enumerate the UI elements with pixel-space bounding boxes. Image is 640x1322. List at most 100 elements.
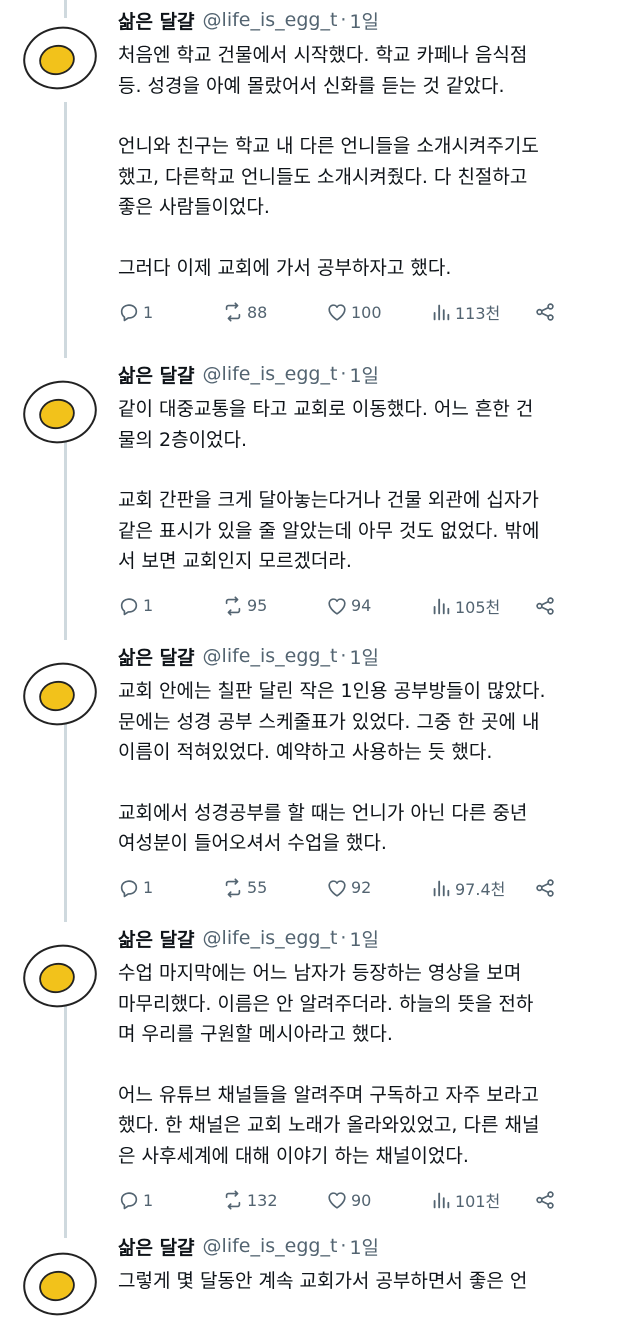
retweet-count: 55 (247, 878, 268, 897)
reply-count: 1 (143, 302, 154, 322)
like-button[interactable]: 92 (326, 877, 430, 899)
tweet-paragraph: 교회에서 성경공부를 할 때는 언니가 아닌 다른 중년 여성분이 들어오셔서 … (118, 801, 528, 855)
tweet-content: 삶은 달걀 @life_is_egg_t · 1일 같이 대중교통을 타고 교회… (118, 354, 622, 621)
retweet-button[interactable]: 95 (222, 595, 326, 617)
tweet-header: 삶은 달걀 @life_is_egg_t · 1일 (118, 354, 620, 394)
retweet-button[interactable]: 55 (222, 877, 326, 899)
author-handle[interactable]: @life_is_egg_t (203, 645, 338, 667)
tweet-time[interactable]: 1일 (349, 7, 379, 34)
tweet-text: 수업 마지막에는 어느 남자가 등장하는 영상을 보며 마무리했다. 이름은 안… (118, 958, 620, 1171)
views-button[interactable]: 97.4천 (430, 876, 534, 900)
author-handle[interactable]: @life_is_egg_t (203, 1235, 338, 1257)
retweet-icon (222, 1189, 244, 1211)
reply-button[interactable]: 1 (118, 301, 222, 323)
more-options-button[interactable] (596, 8, 622, 47)
tweet-text: 같이 대중교통을 타고 교회로 이동했다. 어느 흔한 건 물의 2층이었다. 교… (118, 394, 620, 577)
like-button[interactable]: 94 (326, 595, 430, 617)
tweet-content: 삶은 달걀 @life_is_egg_t · 1일 교회 안에는 칠판 달린 작… (118, 636, 622, 903)
tweet-content: 삶은 달걀 @life_is_egg_t · 1일 수업 마지막에는 어느 남자… (118, 918, 622, 1215)
avatar[interactable] (22, 374, 98, 450)
share-button[interactable] (534, 595, 564, 617)
heart-icon (326, 301, 348, 323)
like-button[interactable]: 100 (326, 301, 430, 323)
thread-line (64, 102, 67, 358)
share-button[interactable] (534, 877, 564, 899)
separator-dot: · (340, 927, 347, 949)
share-icon (534, 877, 556, 899)
heart-icon (326, 877, 348, 899)
tweet-time[interactable]: 1일 (349, 1233, 379, 1260)
more-options-button[interactable] (596, 1234, 622, 1273)
reply-icon (118, 877, 140, 899)
author-name[interactable]: 삶은 달걀 (118, 925, 195, 952)
avatar[interactable] (22, 656, 98, 732)
tweet-actions: 1 88 100 113천 (118, 297, 620, 327)
views-button[interactable]: 105천 (430, 594, 534, 618)
retweet-button[interactable]: 88 (222, 301, 326, 323)
retweet-button[interactable]: 132 (222, 1189, 326, 1211)
tweet-time[interactable]: 1일 (349, 925, 379, 952)
share-button[interactable] (534, 301, 564, 323)
author-handle[interactable]: @life_is_egg_t (203, 363, 338, 385)
tweet-paragraph: 그렇게 몇 달동안 계속 교회가서 공부하면서 좋은 언 (118, 1270, 528, 1292)
share-icon (534, 595, 556, 617)
tweet-content: 삶은 달걀 @life_is_egg_t · 1일 그렇게 몇 달동안 계속 교… (118, 1226, 622, 1297)
views-count: 113천 (455, 304, 501, 323)
views-icon (430, 877, 452, 899)
share-icon (534, 301, 556, 323)
author-name[interactable]: 삶은 달걀 (118, 7, 195, 34)
more-options-button[interactable] (596, 644, 622, 683)
author-handle[interactable]: @life_is_egg_t (203, 927, 338, 949)
retweet-icon (222, 595, 244, 617)
tweet-time[interactable]: 1일 (349, 361, 379, 388)
tweet-header: 삶은 달걀 @life_is_egg_t · 1일 (118, 1226, 620, 1266)
avatar[interactable] (22, 1246, 98, 1322)
heart-icon (326, 1189, 348, 1211)
tweet-paragraph: 수업 마지막에는 어느 남자가 등장하는 영상을 보며 마무리했다. 이름은 안… (118, 962, 534, 1045)
retweet-count: 88 (247, 302, 268, 322)
tweet-content: 삶은 달걀 @life_is_egg_t · 1일 처음엔 학교 건물에서 시작… (118, 0, 622, 327)
views-icon (430, 1189, 452, 1211)
views-count: 101천 (455, 1192, 501, 1211)
tweet-actions: 1 55 92 97.4천 (118, 873, 620, 903)
share-button[interactable] (534, 1189, 564, 1211)
views-button[interactable]: 101천 (430, 1188, 534, 1212)
tweet-header: 삶은 달걀 @life_is_egg_t · 1일 (118, 918, 620, 958)
avatar[interactable] (22, 938, 98, 1014)
tweet-paragraph: 어느 유튜브 채널들을 알려주며 구독하고 자주 보라고 했다. 한 채널은 교… (118, 1083, 540, 1167)
avatar[interactable] (22, 20, 98, 96)
tweet-time[interactable]: 1일 (349, 643, 379, 670)
like-count: 94 (351, 596, 372, 615)
reply-button[interactable]: 1 (118, 595, 222, 617)
heart-icon (326, 595, 348, 617)
tweet-paragraph: 같이 대중교통을 타고 교회로 이동했다. 어느 흔한 건 물의 2층이었다. (118, 398, 534, 451)
author-name[interactable]: 삶은 달걀 (118, 361, 195, 388)
author-name[interactable]: 삶은 달걀 (118, 1233, 195, 1260)
retweet-icon (222, 877, 244, 899)
thread-line (64, 428, 67, 640)
boiled-egg-avatar-icon (22, 374, 98, 450)
reply-icon (118, 595, 140, 617)
more-options-button[interactable] (596, 926, 622, 965)
views-button[interactable]: 113천 (430, 300, 534, 324)
more-options-button[interactable] (596, 362, 622, 401)
tweet-paragraph: 처음엔 학교 건물에서 시작했다. 학교 카페나 음식점 등. 성경을 아예 몰… (118, 44, 528, 97)
reply-button[interactable]: 1 (118, 877, 222, 899)
tweet-text: 그렇게 몇 달동안 계속 교회가서 공부하면서 좋은 언 (118, 1266, 620, 1297)
reply-button[interactable]: 1 (118, 1189, 222, 1211)
boiled-egg-avatar-icon (22, 656, 98, 732)
tweet-actions: 1 132 90 101천 (118, 1185, 620, 1215)
like-button[interactable]: 90 (326, 1189, 430, 1211)
tweet-header: 삶은 달걀 @life_is_egg_t · 1일 (118, 636, 620, 676)
tweet-paragraph: 교회 간판을 크게 달아놓는다거나 건물 외관에 십자가 같은 표시가 있을 줄… (118, 489, 540, 572)
thread-line (64, 992, 67, 1238)
separator-dot: · (340, 9, 347, 31)
author-handle[interactable]: @life_is_egg_t (203, 9, 338, 31)
author-name[interactable]: 삶은 달걀 (118, 643, 195, 670)
retweet-count: 95 (247, 596, 268, 615)
retweet-icon (222, 301, 244, 323)
tweet-paragraph: 언니와 친구는 학교 내 다른 언니들을 소개시켜주기도 했고, 다른학교 언니… (118, 135, 539, 218)
separator-dot: · (340, 645, 347, 667)
reply-icon (118, 1189, 140, 1211)
tweet-paragraph: 교회 안에는 칠판 달린 작은 1인용 공부방들이 많았다. 문에는 성경 공부… (118, 680, 546, 763)
